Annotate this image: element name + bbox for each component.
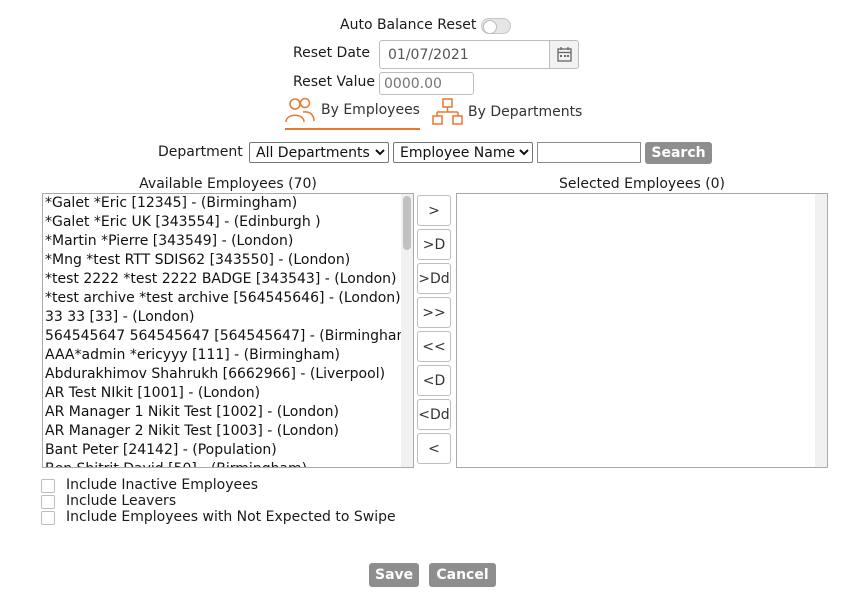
- available-employees-list[interactable]: *Galet *Eric [12345] - (Birmingham) *Gale…: [42, 193, 414, 468]
- list-item[interactable]: 33 33 [33] - (London): [43, 308, 413, 327]
- list-item[interactable]: AR Test NIkit [1001] - (London): [43, 384, 413, 403]
- selected-employees-list[interactable]: [456, 193, 828, 468]
- available-list-scrollbar[interactable]: [401, 194, 413, 467]
- remove-all-button[interactable]: <<: [417, 331, 451, 362]
- list-item[interactable]: Ben Shitrit David [50] - (Birmingham): [43, 460, 413, 467]
- option-label: Include Leavers: [66, 493, 177, 509]
- list-item[interactable]: *Mng *test RTT SDIS62 [343550] - (London…: [43, 251, 413, 270]
- tab-by-employees[interactable]: By Employees: [285, 96, 420, 124]
- remove-with-dept-button[interactable]: <D: [417, 365, 451, 396]
- option-label: Include Inactive Employees: [66, 477, 259, 493]
- list-item[interactable]: Abdurakhimov Shahrukh [6662966] - (Liver…: [43, 365, 413, 384]
- active-tab-indicator: [285, 128, 420, 130]
- list-item[interactable]: *Martin *Pierre [343549] - (London): [43, 232, 413, 251]
- list-item[interactable]: Bant Peter [24142] - (Population): [43, 441, 413, 460]
- add-with-dept-button[interactable]: >D: [417, 229, 451, 260]
- save-button[interactable]: Save: [369, 563, 419, 587]
- list-item[interactable]: *test archive *test archive [564545646] …: [43, 289, 413, 308]
- list-item[interactable]: AR Manager 1 Nikit Test [1002] - (London…: [43, 403, 413, 422]
- calendar-icon: [557, 47, 572, 62]
- list-item[interactable]: AAA*admin *ericyyy [111] - (Birmingham): [43, 346, 413, 365]
- org-chart-icon: [432, 98, 463, 125]
- remove-with-dept-desc-button[interactable]: <Dd: [417, 399, 451, 430]
- department-label: Department: [158, 144, 243, 160]
- list-item[interactable]: 564545647 564545647 [564545647] - (Birmi…: [43, 327, 413, 346]
- users-icon: [285, 97, 315, 123]
- reset-value-input[interactable]: [379, 72, 474, 95]
- remove-selected-button[interactable]: <: [417, 433, 451, 464]
- sort-by-select[interactable]: Employee Name: [393, 142, 533, 163]
- department-select[interactable]: All Departments: [249, 142, 389, 163]
- add-all-button[interactable]: >>: [417, 297, 451, 328]
- selected-list-scrollbar[interactable]: [815, 194, 827, 467]
- list-item[interactable]: *test 2222 *test 2222 BADGE [343543] - (…: [43, 270, 413, 289]
- option-checkbox[interactable]: [41, 511, 55, 525]
- search-input[interactable]: [537, 142, 641, 163]
- list-item[interactable]: *Galet *Eric [12345] - (Birmingham): [43, 194, 413, 213]
- option-checkbox[interactable]: [41, 495, 55, 509]
- cancel-button[interactable]: Cancel: [429, 563, 496, 587]
- option-checkbox[interactable]: [41, 479, 55, 493]
- reset-date-input[interactable]: [379, 40, 550, 69]
- reset-date-label: Reset Date: [293, 45, 371, 61]
- auto-balance-reset-toggle[interactable]: [481, 18, 511, 34]
- calendar-button[interactable]: [550, 40, 579, 69]
- available-employees-title: Available Employees (70): [139, 176, 317, 192]
- tab-by-departments[interactable]: By Departments: [432, 98, 582, 126]
- tab-by-departments-label: By Departments: [468, 104, 583, 120]
- toggle-knob: [483, 20, 497, 34]
- search-button[interactable]: Search: [645, 142, 712, 164]
- list-item[interactable]: *Galet *Eric UK [343554] - (Edinburgh ): [43, 213, 413, 232]
- scrollbar-thumb[interactable]: [403, 196, 411, 250]
- add-with-dept-desc-button[interactable]: >Dd: [417, 263, 451, 294]
- tab-by-employees-label: By Employees: [321, 102, 420, 118]
- auto-balance-reset-label: Auto Balance Reset: [340, 17, 477, 33]
- add-selected-button[interactable]: >: [417, 195, 451, 226]
- selected-employees-title: Selected Employees (0): [558, 176, 726, 192]
- available-items-container: *Galet *Eric [12345] - (Birmingham) *Gale…: [43, 194, 413, 467]
- list-item[interactable]: AR Manager 2 Nikit Test [1003] - (London…: [43, 422, 413, 441]
- option-label: Include Employees with Not Expected to S…: [66, 509, 396, 525]
- reset-value-label: Reset Value: [293, 74, 376, 90]
